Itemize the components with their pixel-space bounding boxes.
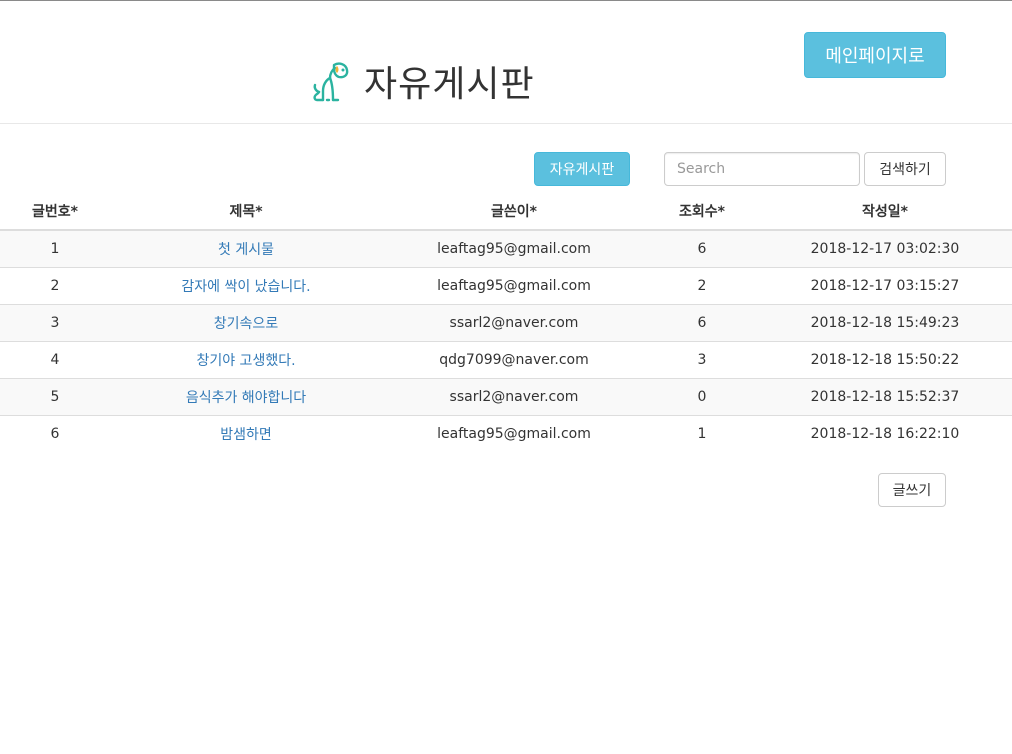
table-row: 4 창기야 고생했다. qdg7099@naver.com 3 2018-12-…	[0, 341, 1012, 379]
table-row: 5 음식추가 해야합니다 ssarl2@naver.com 0 2018-12-…	[0, 378, 1012, 416]
post-title-cell: 음식추가 해야합니다	[110, 378, 382, 416]
post-title-cell: 밤샘하면	[110, 415, 382, 452]
post-date: 2018-12-18 15:50:22	[758, 341, 1012, 379]
post-number: 2	[0, 267, 110, 305]
page-header: 자유게시판 메인페이지로	[0, 1, 1012, 124]
search-button[interactable]: 검색하기	[864, 152, 946, 186]
post-author: leaftag95@gmail.com	[382, 267, 646, 305]
post-title-link[interactable]: 감자에 싹이 났습니다.	[181, 279, 310, 295]
post-views: 3	[646, 341, 758, 379]
column-header-date[interactable]: 작성일*	[758, 193, 1012, 231]
post-title-link[interactable]: 창기속으로	[214, 316, 278, 332]
post-date: 2018-12-18 15:49:23	[758, 304, 1012, 342]
post-date: 2018-12-17 03:02:30	[758, 229, 1012, 268]
post-title-cell: 창기속으로	[110, 304, 382, 342]
column-header-views[interactable]: 조회수*	[646, 193, 758, 231]
post-author: qdg7099@naver.com	[382, 341, 646, 379]
page-title: 자유게시판	[364, 64, 535, 105]
post-number: 1	[0, 229, 110, 268]
post-views: 0	[646, 378, 758, 416]
post-title-cell: 감자에 싹이 났습니다.	[110, 267, 382, 305]
free-board-button[interactable]: 자유게시판	[534, 152, 630, 186]
write-post-button[interactable]: 글쓰기	[878, 473, 946, 507]
post-title-link[interactable]: 창기야 고생했다.	[196, 353, 295, 369]
post-table: 글번호* 제목* 글쓴이* 조회수* 작성일* 1 첫 게시물 leaftag9…	[0, 193, 1012, 452]
post-number: 5	[0, 378, 110, 416]
post-views: 6	[646, 304, 758, 342]
dog-logo-icon	[313, 62, 349, 102]
column-header-title[interactable]: 제목*	[110, 193, 382, 231]
column-header-author[interactable]: 글쓴이*	[382, 193, 646, 231]
table-row: 6 밤샘하면 leaftag95@gmail.com 1 2018-12-18 …	[0, 415, 1012, 452]
post-views: 2	[646, 267, 758, 305]
post-title-cell: 창기야 고생했다.	[110, 341, 382, 379]
table-row: 1 첫 게시물 leaftag95@gmail.com 6 2018-12-17…	[0, 229, 1012, 268]
post-author: ssarl2@naver.com	[382, 304, 646, 342]
post-number: 6	[0, 415, 110, 452]
post-author: leaftag95@gmail.com	[382, 229, 646, 268]
post-number: 3	[0, 304, 110, 342]
post-author: ssarl2@naver.com	[382, 378, 646, 416]
post-title-link[interactable]: 첫 게시물	[218, 242, 274, 258]
post-views: 6	[646, 229, 758, 268]
post-title-link[interactable]: 음식추가 해야합니다	[186, 390, 306, 406]
post-author: leaftag95@gmail.com	[382, 415, 646, 452]
post-date: 2018-12-17 03:15:27	[758, 267, 1012, 305]
post-views: 1	[646, 415, 758, 452]
table-header-row: 글번호* 제목* 글쓴이* 조회수* 작성일*	[0, 193, 1012, 231]
table-row: 3 창기속으로 ssarl2@naver.com 6 2018-12-18 15…	[0, 304, 1012, 342]
post-date: 2018-12-18 15:52:37	[758, 378, 1012, 416]
post-title-link[interactable]: 밤샘하면	[220, 427, 272, 443]
search-input[interactable]	[664, 152, 860, 186]
post-number: 4	[0, 341, 110, 379]
table-row: 2 감자에 싹이 났습니다. leaftag95@gmail.com 2 201…	[0, 267, 1012, 305]
title-group: 자유게시판	[308, 57, 535, 105]
post-date: 2018-12-18 16:22:10	[758, 415, 1012, 452]
column-header-number[interactable]: 글번호*	[0, 193, 110, 231]
main-page-button[interactable]: 메인페이지로	[804, 32, 946, 78]
post-title-cell: 첫 게시물	[110, 229, 382, 268]
